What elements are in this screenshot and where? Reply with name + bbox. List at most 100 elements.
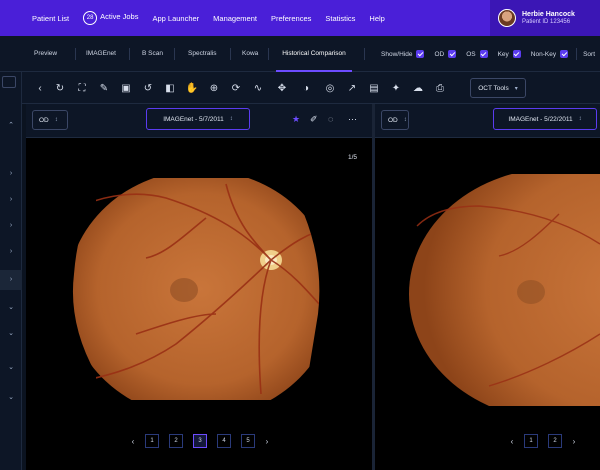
page-2[interactable]: 2	[548, 434, 562, 448]
prev-page-icon[interactable]: ‹	[505, 437, 519, 446]
oct-tools-dropdown[interactable]: OCT Tools ▾	[470, 78, 526, 98]
tab-spectralis[interactable]: Spectralis	[188, 36, 217, 72]
print-icon[interactable]: ⎙	[432, 80, 448, 96]
nav-statistics[interactable]: Statistics	[325, 14, 355, 23]
rail-chevron-right-icon[interactable]: ›	[0, 242, 22, 262]
od-label: OD	[434, 50, 445, 58]
chevron-updown-icon: ↕	[403, 117, 407, 123]
right-pager: ‹ 1 2 ›	[505, 434, 581, 448]
eyedropper-icon[interactable]: ↗	[344, 80, 360, 96]
move-icon[interactable]: ✥	[274, 80, 290, 96]
camera-icon[interactable]: ▣	[118, 80, 134, 96]
tab-historical-comparison[interactable]: Historical Comparison	[276, 36, 352, 72]
nav-active-jobs[interactable]: 28 Active Jobs	[83, 11, 138, 25]
edit-icon[interactable]: ✐	[310, 114, 318, 125]
refresh-icon[interactable]: ↻	[52, 80, 68, 96]
patient-avatar	[498, 9, 516, 27]
left-panel-header: OD ↕ IMAGEnet - 5/7/2011 ↕ ★ ✐ ◌ ⋯	[26, 104, 372, 138]
right-eye-value: OD	[388, 116, 398, 124]
rail-chevron-down-icon[interactable]: ⌄	[0, 388, 22, 408]
next-page-icon[interactable]: ›	[567, 437, 581, 446]
page-2[interactable]: 2	[169, 434, 183, 448]
prev-page-icon[interactable]: ‹	[126, 437, 140, 446]
tab-preview[interactable]: Preview	[34, 36, 57, 72]
page-1[interactable]: 1	[524, 434, 538, 448]
zoom-in-icon[interactable]: ⊕	[206, 80, 222, 96]
left-eye-select[interactable]: OD ↕	[32, 110, 68, 130]
left-eye-value: OD	[39, 116, 49, 124]
fundus-image-right[interactable]	[409, 174, 600, 406]
left-pager: ‹ 1 2 3 4 5 ›	[126, 434, 274, 448]
back-icon[interactable]: ‹	[32, 80, 48, 96]
chevron-down-icon: ▾	[514, 85, 518, 92]
flip-icon[interactable]: ◧	[162, 80, 178, 96]
page-3[interactable]: 3	[193, 434, 207, 448]
rail-chevron-down-icon[interactable]: ⌄	[0, 324, 22, 344]
tab-kowa[interactable]: Kowa	[242, 36, 258, 72]
left-rail: ⌃ › › › › › ⌄ ⌄ ⌄ ⌄	[0, 72, 22, 470]
nav-management[interactable]: Management	[213, 14, 257, 23]
rail-chevron-up-icon[interactable]: ⌃	[0, 116, 22, 136]
patient-id: Patient ID 123456	[522, 19, 571, 25]
patient-name: Herbie Hancock	[522, 11, 575, 18]
show-hide-controls: Show/Hide OD OS Key Non-Key Sort	[381, 36, 595, 72]
left-date-value: IMAGEnet - 5/7/2011	[163, 115, 224, 123]
more-icon[interactable]: ⋯	[348, 114, 357, 125]
show-hide-checkbox[interactable]	[416, 50, 425, 58]
rail-chevron-down-icon[interactable]: ⌄	[0, 358, 22, 378]
save-icon[interactable]: ▤	[366, 80, 382, 96]
chevron-updown-icon: ↕	[229, 116, 233, 122]
image-counter: 1/5	[348, 154, 358, 161]
sort-label[interactable]: Sort	[583, 51, 595, 58]
waveform-icon[interactable]: ∿	[250, 80, 266, 96]
chevron-updown-icon: ↕	[578, 116, 582, 122]
page-1[interactable]: 1	[145, 434, 159, 448]
nav-app-launcher[interactable]: App Launcher	[152, 14, 199, 23]
right-eye-select[interactable]: OD ↕	[381, 110, 409, 130]
key-checkbox[interactable]	[512, 50, 521, 58]
rail-chevron-right-icon[interactable]: ›	[0, 216, 22, 236]
fundus-image-left[interactable]	[66, 174, 336, 404]
non-key-checkbox[interactable]	[560, 50, 569, 58]
pin-icon[interactable]: ✦	[388, 80, 404, 96]
chevron-updown-icon: ↕	[54, 117, 58, 123]
image-source-tabs: Preview IMAGEnet B Scan Spectralis Kowa …	[0, 36, 600, 72]
rail-chevron-down-icon[interactable]: ⌄	[0, 298, 22, 318]
nav-active-jobs-label: Active Jobs	[100, 12, 139, 21]
history-icon[interactable]: ↺	[140, 80, 156, 96]
hide-icon[interactable]: ◌	[328, 114, 333, 124]
page-5[interactable]: 5	[241, 434, 255, 448]
top-navigation: Patient List 28 Active Jobs App Launcher …	[0, 0, 600, 36]
pen-icon[interactable]: ✎	[96, 80, 112, 96]
rail-chevron-right-icon[interactable]: ›	[0, 164, 22, 184]
patient-card[interactable]: Herbie Hancock Patient ID 123456	[490, 0, 600, 36]
right-image-panel: OD ↕ IMAGEnet - 5/22/2011 ↕ ‹ 1 2 ›	[375, 104, 600, 470]
tab-imagenet[interactable]: IMAGEnet	[86, 36, 116, 72]
fullscreen-icon[interactable]: ⛶	[74, 80, 90, 96]
star-icon[interactable]: ★	[292, 114, 300, 125]
tab-b-scan[interactable]: B Scan	[142, 36, 163, 72]
nav-help[interactable]: Help	[369, 14, 384, 23]
rail-chevron-right-icon[interactable]: ›	[0, 190, 22, 210]
image-toolbar: ‹ ↻ ⛶ ✎ ▣ ↺ ◧ ✋ ⊕ ⟳ ∿ ✥ ◑ ◎ ↗ ▤ ✦ ☁ ⎙ OC…	[22, 72, 600, 104]
right-date-select[interactable]: IMAGEnet - 5/22/2011 ↕	[493, 108, 597, 130]
page-4[interactable]: 4	[217, 434, 231, 448]
cloud-upload-icon[interactable]: ☁	[410, 80, 426, 96]
nav-patient-list[interactable]: Patient List	[32, 14, 69, 23]
left-date-select[interactable]: IMAGEnet - 5/7/2011 ↕	[146, 108, 250, 130]
next-page-icon[interactable]: ›	[260, 437, 274, 446]
nav-preferences[interactable]: Preferences	[271, 14, 311, 23]
app-root: Patient List 28 Active Jobs App Launcher …	[0, 0, 600, 470]
os-label: OS	[466, 50, 476, 58]
show-hide-label: Show/Hide	[381, 50, 413, 58]
hand-icon[interactable]: ✋	[184, 80, 200, 96]
eye-off-icon[interactable]: ◎	[322, 80, 338, 96]
rotate-icon[interactable]: ⟳	[228, 80, 244, 96]
contrast-icon[interactable]: ◑	[298, 80, 314, 96]
oct-tools-label: OCT Tools	[478, 84, 509, 92]
os-checkbox[interactable]	[479, 50, 488, 58]
rail-chevron-right-icon[interactable]: ›	[0, 270, 22, 290]
rail-select[interactable]	[2, 76, 16, 88]
od-checkbox[interactable]	[448, 50, 457, 58]
left-image-panel: OD ↕ IMAGEnet - 5/7/2011 ↕ ★ ✐ ◌ ⋯ 1/5 ‹…	[26, 104, 372, 470]
